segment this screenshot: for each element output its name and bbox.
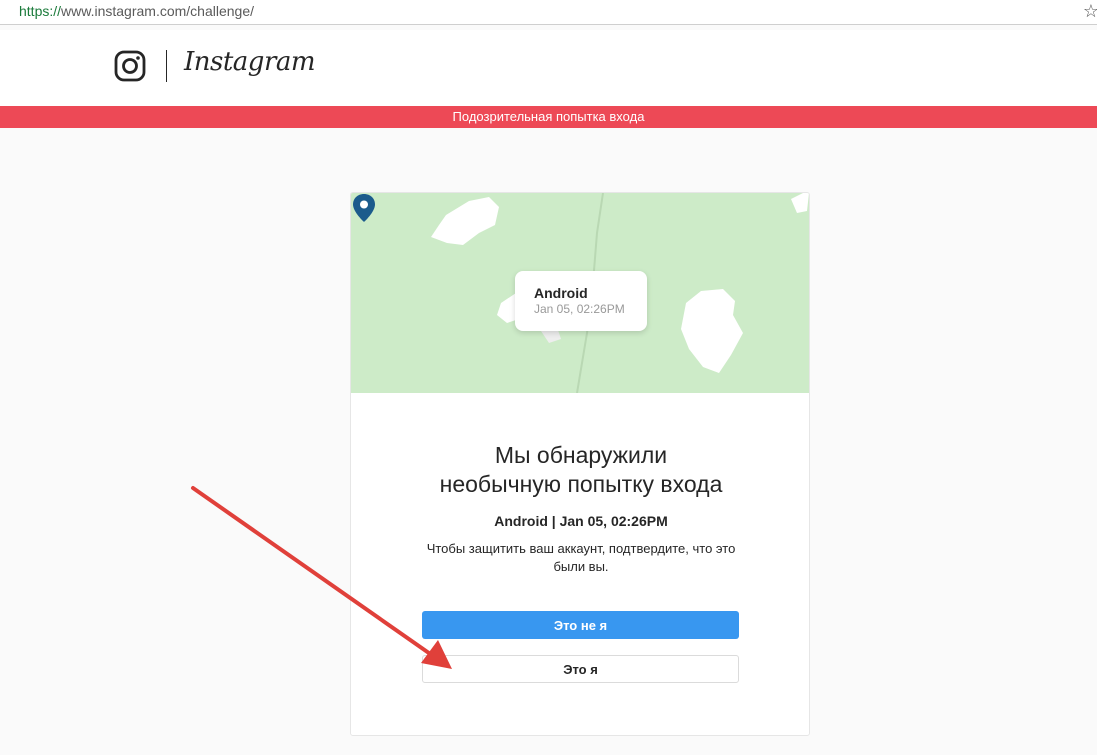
device-info: Android | Jan 05, 02:26PM	[494, 513, 668, 529]
challenge-card: Android Jan 05, 02:26PM Мы обнаружили не…	[350, 192, 810, 736]
suspicious-login-banner: Подозрительная попытка входа	[0, 106, 1097, 128]
title-line-2: необычную попытку входа	[439, 471, 723, 497]
instagram-camera-icon[interactable]	[114, 50, 146, 82]
location-pin-icon	[353, 194, 375, 222]
instagram-header: Instagram	[0, 30, 1097, 106]
location-tooltip: Android Jan 05, 02:26PM	[515, 271, 647, 331]
tooltip-time: Jan 05, 02:26PM	[534, 302, 625, 316]
title-line-1: Мы обнаружили	[494, 442, 668, 468]
url-text[interactable]: https://www.instagram.com/challenge/	[19, 3, 254, 19]
header-divider	[166, 50, 167, 82]
its-me-button[interactable]: Это я	[422, 655, 739, 683]
star-icon[interactable]: ☆	[1083, 1, 1097, 21]
url-scheme: https://	[19, 3, 62, 19]
challenge-title: Мы обнаружили необычную попытку входа	[351, 441, 809, 499]
tooltip-device: Android	[534, 285, 588, 301]
browser-url-bar[interactable]: https://www.instagram.com/challenge/ ☆	[0, 0, 1097, 25]
instagram-wordmark[interactable]: Instagram	[184, 47, 316, 77]
challenge-description: Чтобы защитить ваш аккаунт, подтвердите,…	[426, 541, 736, 574]
location-map: Android Jan 05, 02:26PM	[351, 193, 809, 393]
url-path: www.instagram.com/challenge/	[61, 3, 255, 19]
not-me-button[interactable]: Это не я	[422, 611, 739, 639]
